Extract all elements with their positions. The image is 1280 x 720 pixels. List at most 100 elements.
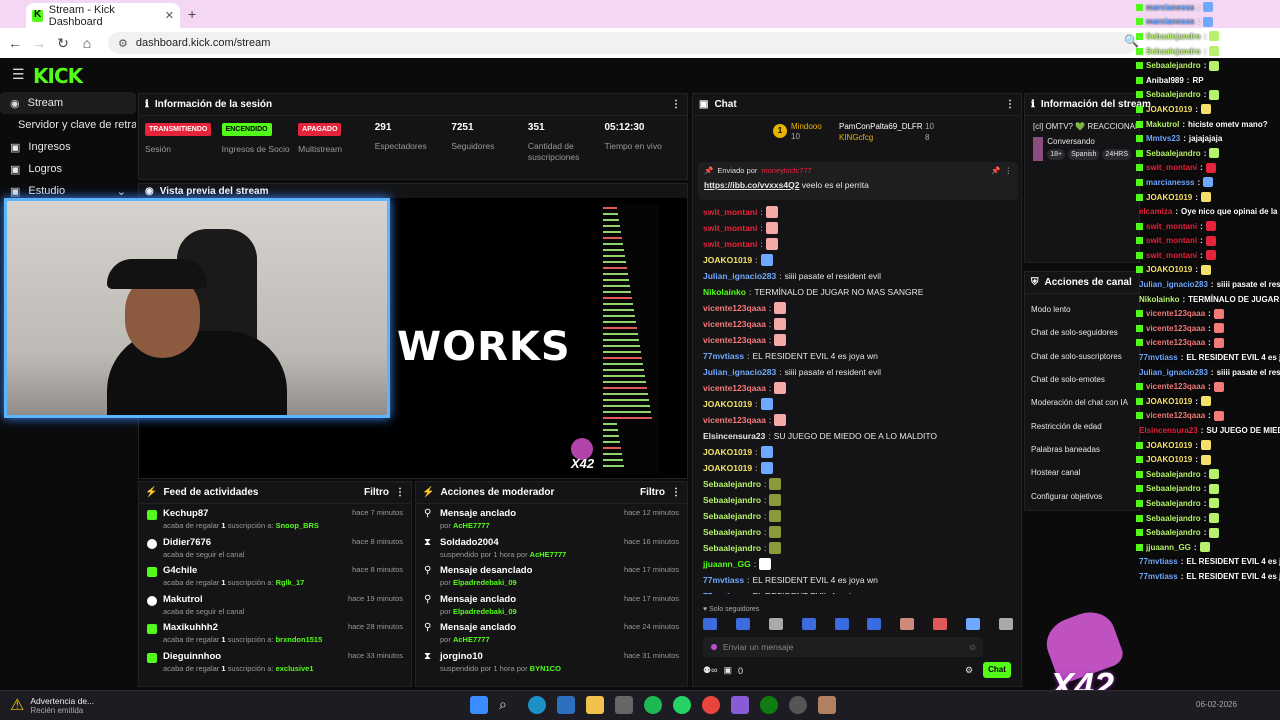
store-icon[interactable] — [557, 696, 575, 714]
pinned-link[interactable]: https://ibb.co/vvxxs4Q2 — [704, 180, 799, 190]
emote-option[interactable] — [801, 618, 816, 630]
chat-username[interactable]: swit_montani — [703, 207, 757, 217]
chat-username[interactable]: vicente123qaaa — [703, 415, 766, 425]
channel-action-item[interactable]: Chat de solo-emotes — [1025, 368, 1139, 391]
emote-option[interactable] — [998, 618, 1013, 630]
windows-start-icon[interactable] — [470, 696, 488, 714]
url-field[interactable]: ⚙ dashboard.kick.com/stream — [108, 32, 1138, 54]
more-icon[interactable]: ⋮ — [1005, 166, 1013, 175]
chat-username[interactable]: vicente123qaaa — [703, 319, 766, 329]
emote-option[interactable] — [900, 618, 915, 630]
feed-target[interactable]: brxndon1515 — [276, 635, 323, 644]
steam-icon[interactable] — [789, 696, 807, 714]
channel-action-item[interactable]: Configurar objetivos — [1025, 484, 1139, 507]
chat-username[interactable]: Sebaalejandro — [703, 543, 761, 553]
channel-action-item[interactable]: Chat de solo-seguidores — [1025, 321, 1139, 344]
chat-username[interactable]: swit_montani — [703, 223, 757, 233]
stream-tag[interactable]: 24HRS — [1102, 149, 1131, 160]
chat-username[interactable]: JOAKO1019 — [703, 255, 752, 265]
close-tab-icon[interactable]: ✕ — [165, 9, 174, 22]
mod-filter-button[interactable]: Filtro — [640, 487, 665, 498]
forward-icon[interactable]: → — [27, 35, 51, 51]
chat-username[interactable]: Sebaalejandro — [703, 479, 761, 489]
hamburger-menu-icon[interactable]: ☰ — [12, 66, 25, 83]
snipping-tool-icon[interactable] — [615, 696, 633, 714]
emote-option[interactable] — [834, 618, 849, 630]
app-icon-2[interactable] — [818, 696, 836, 714]
chrome-icon[interactable] — [702, 696, 720, 714]
browser-tab[interactable]: Stream - Kick Dashboard ✕ — [26, 3, 180, 28]
chat-send-button[interactable]: Chat — [983, 662, 1011, 678]
new-tab-button[interactable]: + — [188, 6, 196, 22]
more-icon[interactable]: ⋮ — [395, 487, 405, 498]
channel-action-item[interactable]: Restricción de edad — [1025, 414, 1139, 437]
chat-username[interactable]: jjuaann_GG — [703, 559, 751, 569]
mod-target[interactable]: Elpadredebaki_09 — [453, 578, 517, 587]
mod-target[interactable]: AcHE7777 — [453, 635, 490, 644]
chat-username[interactable]: JOAKO1019 — [703, 463, 752, 473]
more-icon[interactable]: ⋮ — [1005, 99, 1015, 110]
whatsapp-icon[interactable] — [673, 696, 691, 714]
feed-filter-button[interactable]: Filtro — [364, 487, 389, 498]
chat-username[interactable]: Elsincensura23 — [703, 431, 765, 441]
chat-username[interactable]: vicente123qaaa — [703, 383, 766, 393]
channel-action-item[interactable]: Hostear canal — [1025, 461, 1139, 484]
edge-icon[interactable] — [528, 696, 546, 714]
emote-option[interactable] — [735, 618, 750, 630]
notification-widget[interactable]: ⚠ Advertencia de... Recién emitida — [10, 695, 94, 715]
chat-input[interactable]: Enviar un mensaje ☺ — [703, 637, 983, 657]
mod-target[interactable]: AcHE7777 — [530, 550, 567, 559]
chat-username[interactable]: 77mvtiass — [703, 575, 744, 585]
chat-username[interactable]: Nikolainko — [703, 287, 746, 297]
chat-username[interactable]: swit_montani — [703, 239, 757, 249]
chat-username[interactable]: JOAKO1019 — [703, 399, 752, 409]
feed-target[interactable]: Snoop_BRS — [276, 521, 319, 530]
file-explorer-icon[interactable] — [586, 696, 604, 714]
kick-logo[interactable]: KICK — [33, 64, 83, 88]
stream-tag[interactable]: 18+ — [1047, 149, 1066, 160]
reload-icon[interactable]: ↻ — [51, 35, 75, 52]
app-icon[interactable] — [731, 696, 749, 714]
chat-username[interactable]: Julian_ignacio283 — [703, 367, 776, 377]
site-info-icon[interactable]: ⚙ — [118, 37, 128, 50]
chat-username[interactable]: Sebaalejandro — [703, 511, 761, 521]
channel-action-item[interactable]: Modo lento — [1025, 298, 1139, 321]
chat-username[interactable]: 77mvtiass — [703, 591, 744, 594]
emote-option[interactable] — [867, 618, 882, 630]
emoji-picker-icon[interactable]: ☺ — [968, 642, 977, 652]
mod-target[interactable]: BYN1CO — [530, 664, 561, 673]
back-icon[interactable]: ← — [3, 35, 27, 51]
emote-option[interactable] — [768, 618, 783, 630]
chat-username[interactable]: Julian_ignacio283 — [703, 271, 776, 281]
sidebar-item-server-key[interactable]: Servidor y clave de retransmisión — [0, 114, 136, 136]
sidebar-item-ingresos[interactable]: ▣ Ingresos — [0, 136, 136, 158]
chat-username[interactable]: Sebaalejandro — [703, 527, 761, 537]
mod-target[interactable]: Elpadredebaki_09 — [453, 607, 517, 616]
chat-username[interactable]: Sebaalejandro — [703, 495, 761, 505]
chat-username[interactable]: 77mvtiass — [703, 351, 744, 361]
unpin-icon[interactable]: 📌 — [991, 166, 1000, 175]
chat-username[interactable]: vicente123qaaa — [703, 335, 766, 345]
channel-action-item[interactable]: Moderación del chat con IA — [1025, 391, 1139, 414]
emote-option[interactable] — [933, 618, 948, 630]
sidebar-item-stream[interactable]: ◉ Stream — [0, 92, 136, 114]
mod-target[interactable]: AcHE7777 — [453, 521, 490, 530]
emote-option[interactable] — [703, 618, 717, 630]
sidebar-item-logros[interactable]: ▣ Logros — [0, 158, 136, 180]
emote-option[interactable] — [966, 618, 980, 630]
channel-action-item[interactable]: Palabras baneadas — [1025, 438, 1139, 461]
feed-target[interactable]: Rglk_17 — [276, 578, 305, 587]
users-icon[interactable]: ⚉∞ — [703, 665, 717, 676]
stream-tag[interactable]: Spanish — [1068, 149, 1100, 160]
channel-action-item[interactable]: Chat de solo-suscriptores — [1025, 345, 1139, 368]
xbox-icon[interactable] — [760, 696, 778, 714]
spotify-icon[interactable] — [644, 696, 662, 714]
search-icon[interactable]: ⌕ — [499, 696, 517, 714]
chat-username[interactable]: JOAKO1019 — [703, 447, 752, 457]
more-icon[interactable]: ⋮ — [671, 487, 681, 498]
more-icon[interactable]: ⋮ — [671, 99, 681, 110]
feed-target[interactable]: exclusive1 — [276, 664, 314, 673]
chat-settings-icon[interactable]: ⚙ — [965, 665, 973, 676]
chat-username[interactable]: vicente123qaaa — [703, 303, 766, 313]
home-icon[interactable]: ⌂ — [75, 35, 99, 51]
